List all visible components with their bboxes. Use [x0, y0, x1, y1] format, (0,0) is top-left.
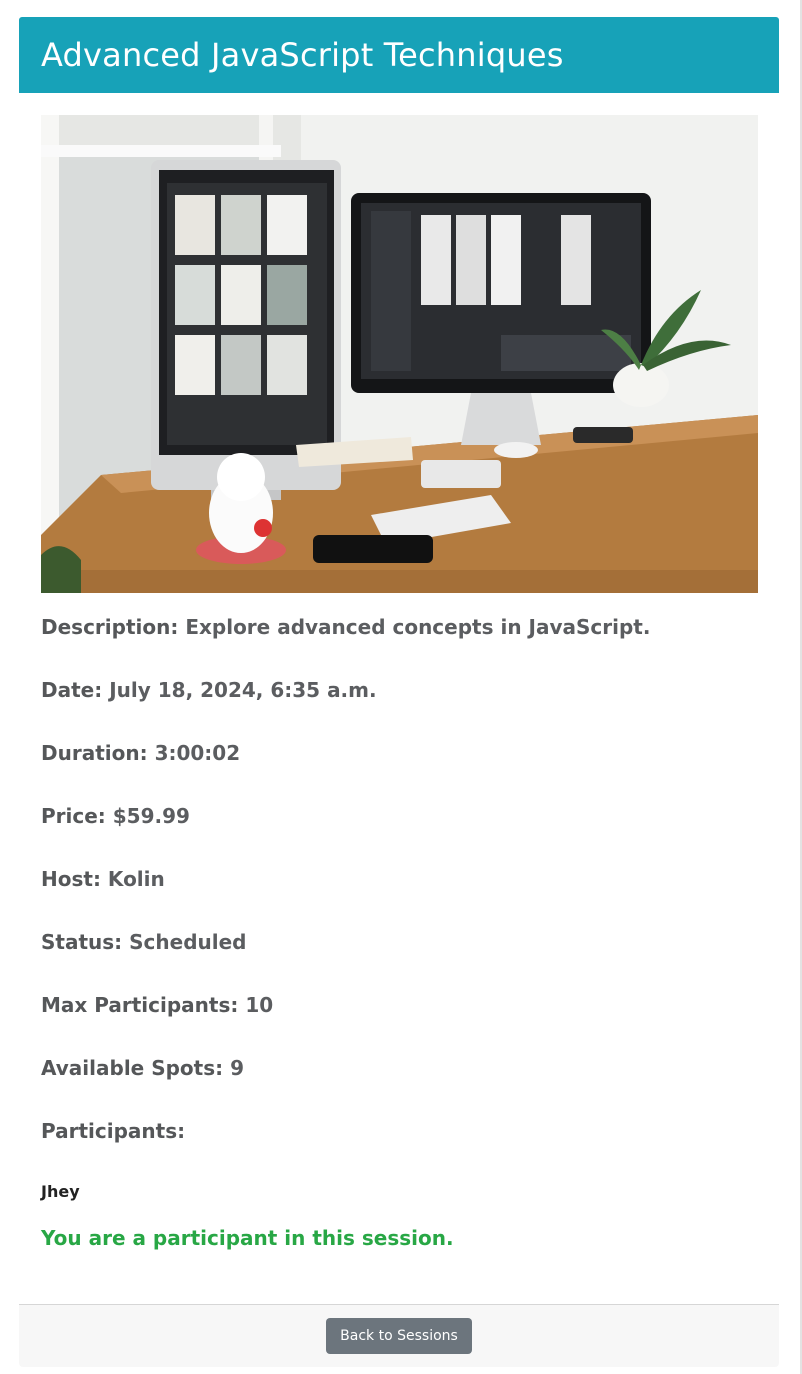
session-card: Advanced JavaScript Techniques Descripti…: [19, 17, 779, 1367]
session-image: [41, 115, 758, 593]
participant-item: Jhey: [41, 1182, 80, 1201]
price-row: Price: $59.99: [41, 804, 190, 828]
participants-heading: Participants:: [41, 1119, 186, 1143]
date-row: Date: July 18, 2024, 6:35 a.m.: [41, 678, 377, 702]
status-row: Status: Scheduled: [41, 930, 247, 954]
card-body: Description: Explore advanced concepts i…: [19, 93, 779, 1250]
max-participants-row: Max Participants: 10: [41, 993, 274, 1017]
card-header: Advanced JavaScript Techniques: [19, 17, 779, 93]
session-details: Description: Explore advanced concepts i…: [41, 615, 757, 1250]
card-footer: Back to Sessions: [19, 1304, 779, 1367]
description-row: Description: Explore advanced concepts i…: [41, 615, 651, 639]
back-to-sessions-button[interactable]: Back to Sessions: [326, 1318, 472, 1354]
participant-notice: You are a participant in this session.: [41, 1226, 454, 1250]
session-title: Advanced JavaScript Techniques: [41, 36, 564, 74]
available-spots-row: Available Spots: 9: [41, 1056, 245, 1080]
host-row: Host: Kolin: [41, 867, 165, 891]
duration-row: Duration: 3:00:02: [41, 741, 241, 765]
